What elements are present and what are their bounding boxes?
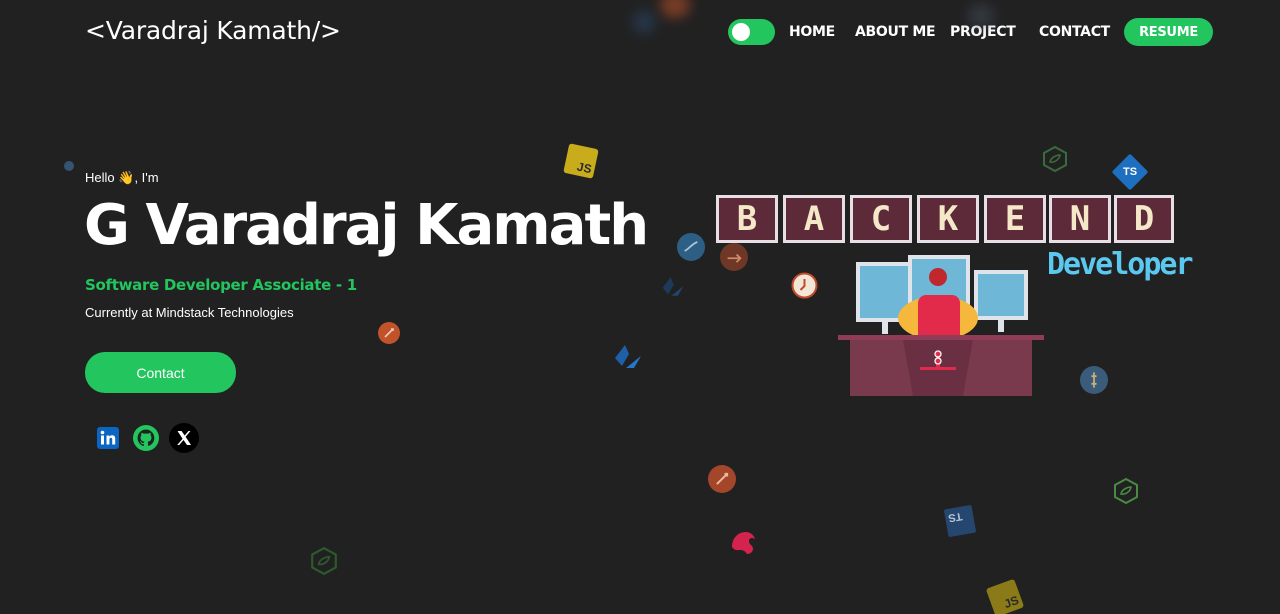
blurred-glow-icon [660,0,690,18]
site-logo[interactable]: <Varadraj Kamath/> [85,16,341,45]
typescript-icon: TS [1111,153,1149,191]
greeting-prefix: Hello [85,170,115,185]
developer-desk-icon [838,255,1044,396]
greeting-suffix: , I'm [134,170,159,185]
letter-box: N [1049,195,1111,243]
dot-icon [64,161,74,171]
postman-icon [378,322,400,344]
azure-icon [662,277,684,296]
typescript-icon: TS [943,504,977,538]
spring-icon [1043,145,1067,173]
letter-box: E [984,195,1046,243]
developer-label: Developer [1047,247,1194,282]
greeting: Hello 👋, I'm [85,170,159,186]
ts-badge-text: TS [947,509,964,524]
postman-icon [720,243,748,271]
letter: N [1069,199,1091,239]
linkedin-icon[interactable] [93,423,123,453]
letter-box: K [917,195,979,243]
javascript-icon: JS [985,578,1025,614]
backend-letters: B A C K E N D [716,195,1176,245]
js-badge-text: JS [1002,592,1021,612]
letter: B [736,199,758,239]
main-nav: HOME ABOUT ME PROJECT CONTACT RESUME [728,18,1213,46]
mysql-icon [1080,366,1108,394]
letter: K [937,199,959,239]
hero-name: G Varadraj Kamath [84,193,649,258]
azure-icon [615,345,641,368]
nav-about-me[interactable]: ABOUT ME [855,24,936,40]
postman-icon [708,465,736,493]
clock-icon [791,272,818,299]
toggle-knob [732,23,750,41]
ts-badge-text: TS [1122,166,1138,178]
blurred-glow-icon [632,10,656,34]
spring-icon [1114,477,1138,505]
x-icon[interactable] [169,423,199,453]
js-badge-text: JS [575,159,593,177]
javascript-icon: JS [563,143,599,179]
hero-company: Currently at Mindstack Technologies [85,305,294,320]
letter: C [870,199,892,239]
letter-box: D [1114,195,1174,243]
letter: E [1004,199,1026,239]
wave-hand-icon: 👋 [118,170,135,185]
blurred-glow-icon [968,4,994,28]
nav-home[interactable]: HOME [789,24,835,40]
spring-icon [311,546,337,576]
resume-button[interactable]: RESUME [1124,18,1213,46]
letter-box: B [716,195,778,243]
theme-toggle[interactable] [728,19,775,45]
contact-button[interactable]: Contact [85,352,236,393]
letter-box: A [783,195,845,243]
nestjs-icon [732,532,755,554]
nav-contact[interactable]: CONTACT [1039,24,1110,40]
hero-role: Software Developer Associate - 1 [85,276,357,294]
letter-box: C [850,195,912,243]
mysql-icon [677,233,705,261]
letter: A [803,199,825,239]
letter: D [1133,199,1155,239]
github-icon[interactable] [131,423,161,453]
